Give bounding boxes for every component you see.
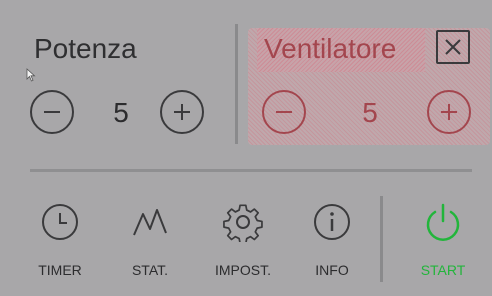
fan-value: 5 [362, 97, 378, 128]
power-decrease-button[interactable] [30, 90, 74, 134]
power-title: Potenza [34, 33, 137, 64]
power-value: 5 [113, 97, 129, 128]
fan-title: Ventilatore [264, 33, 397, 64]
nav-settings-label: IMPOST. [214, 262, 271, 278]
nav-info-button[interactable]: INFO [292, 202, 372, 282]
gear-icon [223, 204, 263, 242]
nav-info-label: INFO [315, 262, 349, 278]
mouse-cursor-icon [26, 68, 36, 82]
start-divider [380, 196, 383, 282]
section-divider [235, 24, 238, 144]
nav-timer-button[interactable]: TIMER [20, 202, 100, 282]
start-label: START [420, 262, 466, 278]
power-icon [426, 203, 460, 241]
nav-stat-label: STAT. [131, 262, 169, 278]
stats-icon [133, 209, 167, 236]
fan-decrease-button[interactable] [262, 90, 306, 134]
minus-icon [276, 111, 292, 113]
clock-icon [42, 204, 78, 240]
control-panel: Potenza 5 Ventilatore 5 TIMER STAT. IMPO… [0, 0, 492, 296]
minus-icon [44, 111, 60, 113]
info-icon [314, 204, 350, 240]
start-button[interactable]: START [403, 202, 483, 282]
plus-icon [174, 104, 190, 120]
nav-stat-button[interactable]: STAT. [110, 202, 190, 282]
fan-increase-button[interactable] [427, 90, 471, 134]
close-icon [445, 39, 461, 55]
close-button[interactable] [436, 30, 470, 64]
power-increase-button[interactable] [160, 90, 204, 134]
nav-settings-button[interactable]: IMPOST. [203, 202, 283, 282]
horizontal-divider [30, 169, 472, 172]
plus-icon [441, 104, 457, 120]
nav-timer-label: TIMER [38, 262, 82, 278]
